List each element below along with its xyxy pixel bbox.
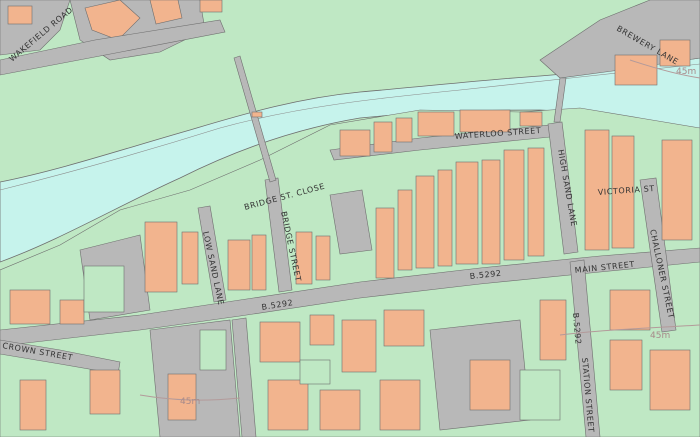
contour-label-3: 45m [676,67,696,77]
map-canvas[interactable]: WAKEFIELD ROAD BREWERY LANE WATERLOO STR… [0,0,700,437]
contour-label-1: 45m [650,331,670,341]
north-building-4 [199,0,223,13]
north-building-3 [7,5,33,25]
bridge-pier [251,111,263,118]
contour-label-2: 45m [180,397,200,407]
map-svg: WAKEFIELD ROAD BREWERY LANE WATERLOO STR… [0,0,700,437]
ne-building-1 [614,54,658,86]
